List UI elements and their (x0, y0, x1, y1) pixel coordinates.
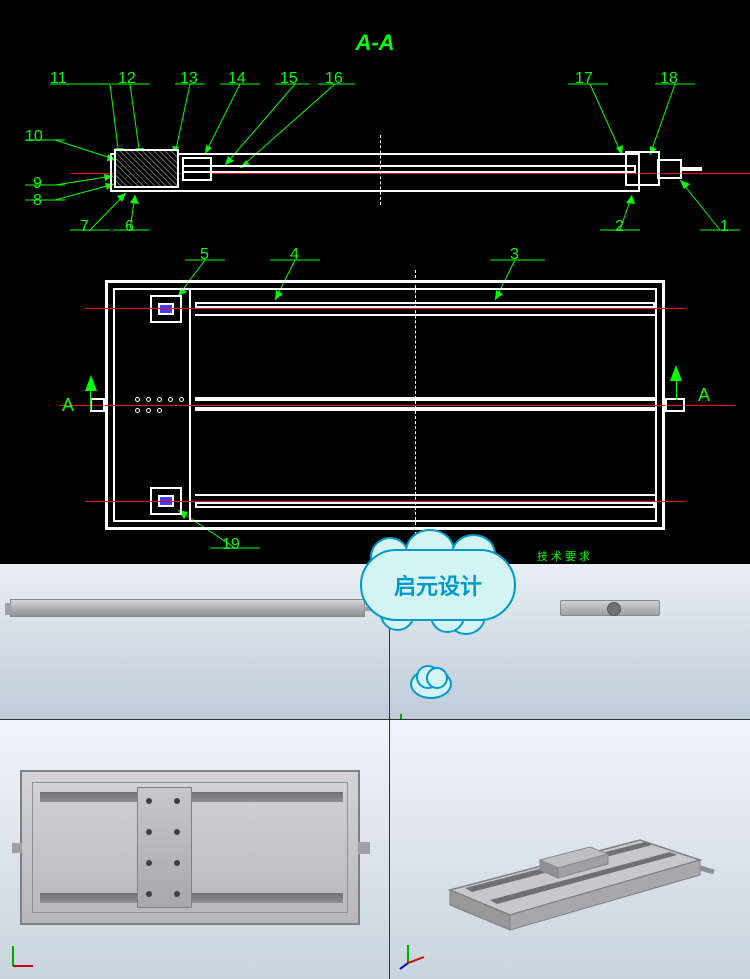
top-assembly-model (20, 770, 360, 925)
section-title: A-A (355, 30, 394, 56)
callout-13: 13 (180, 70, 198, 88)
section-view-aa (90, 145, 690, 200)
callout-14: 14 (228, 70, 246, 88)
isometric-model (430, 780, 720, 940)
render-isometric-view (390, 719, 750, 979)
triad-icon (398, 941, 428, 971)
right-cap (657, 159, 682, 179)
render-side-view (0, 564, 390, 719)
small-cloud-icon (410, 669, 452, 699)
ta-carriage-plate (137, 787, 192, 908)
end-piece-model (560, 600, 660, 616)
mid-rail-2 (195, 407, 655, 411)
cad-drawing-area: A-A 11 12 13 14 15 16 17 18 10 9 8 7 6 (0, 0, 750, 564)
section-label-right: A (698, 385, 710, 406)
callout-10: 10 (25, 128, 43, 146)
output-shaft (682, 167, 702, 171)
right-end-block (625, 151, 660, 186)
callout-11: 11 (50, 70, 67, 88)
callout-1: 1 (720, 218, 729, 236)
callout-19: 19 (222, 536, 240, 554)
plan-view (105, 280, 665, 530)
watermark-text: 启元设计 (394, 574, 482, 599)
shaft-left (90, 398, 105, 412)
ta-shaft-right (358, 842, 370, 854)
mounting-holes (135, 397, 190, 413)
callout-6: 6 (125, 218, 134, 236)
top-rail-edge (195, 314, 655, 316)
triad-icon (8, 941, 38, 971)
callout-12: 12 (118, 70, 136, 88)
shaft-right (665, 398, 685, 412)
callout-5: 5 (200, 246, 209, 264)
callout-3: 3 (510, 246, 519, 264)
callout-18: 18 (660, 70, 678, 88)
axis-bottom (85, 501, 685, 502)
callout-2: 2 (615, 218, 624, 236)
callout-16: 16 (325, 70, 343, 88)
ta-shaft-left (12, 843, 22, 853)
break-line (380, 135, 381, 205)
watermark-cloud: 启元设计 (360, 549, 516, 621)
callout-7: 7 (80, 218, 89, 236)
callout-17: 17 (575, 70, 593, 88)
section-arrow-left-icon (85, 375, 97, 391)
render-end-view: 启元设计 (390, 564, 750, 719)
render-panels: 启元设计 (0, 564, 750, 979)
bearing-block-top (150, 295, 182, 323)
left-end-block (114, 149, 179, 188)
inner-rail (182, 165, 636, 173)
callout-8: 8 (33, 192, 42, 210)
mid-rail-1 (195, 397, 655, 401)
section-label-left: A (62, 395, 74, 416)
bottom-rail-edge (195, 494, 655, 496)
section-line-left (90, 390, 91, 410)
callout-9: 9 (33, 175, 42, 193)
actuator-side-model (10, 599, 365, 617)
axis-top (85, 308, 685, 309)
section-line-right (676, 380, 677, 400)
callout-15: 15 (280, 70, 298, 88)
render-top-view (0, 719, 390, 979)
callout-4: 4 (290, 246, 299, 264)
bottom-rail (195, 502, 655, 508)
section-arrow-right-icon (670, 365, 682, 381)
tech-requirements-label: 技 术 要 求 (537, 548, 590, 564)
